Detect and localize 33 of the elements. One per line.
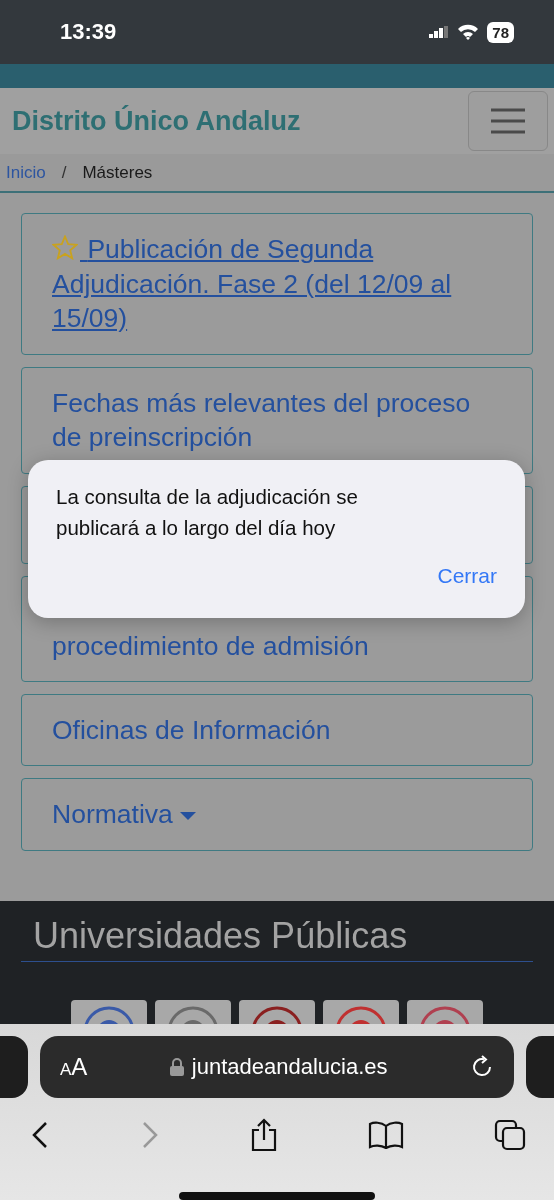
reload-icon[interactable] xyxy=(470,1055,494,1079)
breadcrumb-current: Másteres xyxy=(82,162,153,183)
text-size-button[interactable]: AA xyxy=(60,1053,88,1081)
breadcrumb-separator: / xyxy=(61,162,67,183)
tab-preview[interactable] xyxy=(526,1036,554,1098)
lock-icon xyxy=(169,1058,184,1076)
breadcrumb-link[interactable]: Inicio xyxy=(6,162,46,183)
dropdown-toggle[interactable]: Normativa xyxy=(52,797,502,832)
share-button[interactable] xyxy=(250,1118,278,1152)
clock: 13:39 xyxy=(60,19,117,46)
menu-icon xyxy=(490,108,526,135)
bookmarks-button[interactable] xyxy=(368,1121,404,1149)
caret-icon xyxy=(178,811,197,822)
battery-level: 78 xyxy=(487,21,514,43)
star-icon xyxy=(52,235,78,261)
back-button[interactable] xyxy=(30,1121,50,1149)
alert-message: La consulta de la adjudicación se publicará a lo largo del día hoy xyxy=(56,484,359,541)
wifi-icon xyxy=(457,24,480,41)
tab-preview[interactable] xyxy=(0,1036,28,1098)
signal-icon xyxy=(429,26,450,39)
card-link[interactable]: Publicación de Segunda Adjudicación. Fase 2 (del 12/09 al 15/09) xyxy=(52,232,502,336)
section-title: Universidades Públicas xyxy=(21,915,533,963)
card-link[interactable]: procedimiento de admisión xyxy=(52,628,502,663)
card-link[interactable]: Fechas más relevantes del proceso de preinscripción xyxy=(52,385,502,455)
menu-button[interactable] xyxy=(468,91,548,152)
card-link[interactable]: Oficinas de Información xyxy=(52,712,502,748)
university-logo[interactable] xyxy=(239,1000,315,1024)
url-text: juntadeandalucia.es xyxy=(191,1054,388,1080)
address-bar[interactable]: AA juntadeandalucia.es xyxy=(40,1036,514,1098)
tabs-button[interactable] xyxy=(494,1119,526,1151)
close-button[interactable]: Cerrar xyxy=(437,563,497,588)
site-title: Distrito Único Andaluz xyxy=(12,105,301,137)
university-logo[interactable] xyxy=(71,1000,147,1024)
